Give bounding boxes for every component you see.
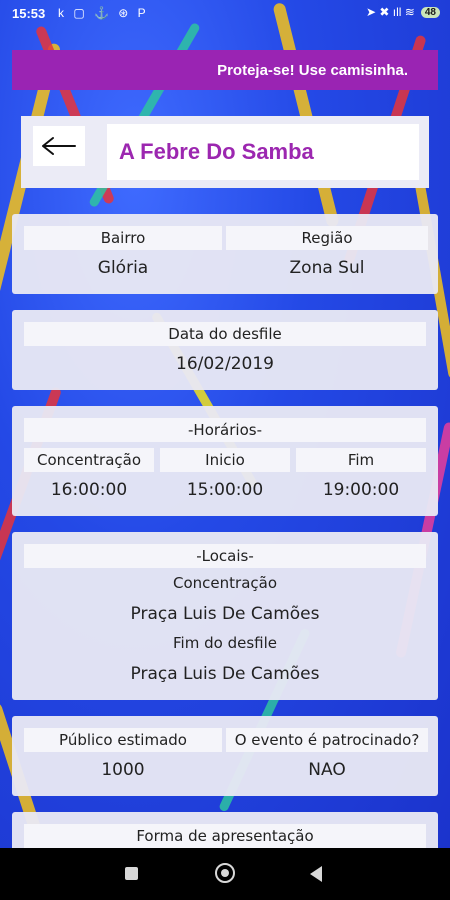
sponsored-label: O evento é patrocinado? xyxy=(226,728,428,752)
home-icon[interactable] xyxy=(215,863,235,883)
regiao-label: Região xyxy=(226,226,428,250)
ad-banner[interactable]: Proteja-se! Use camisinha. xyxy=(12,50,438,90)
status-bar: 15:53 k ▢ ⚓ ⊛ P ➤ ✖ ıll ≋ 48 xyxy=(0,0,450,28)
notification-icons: k ▢ ⚓ ⊛ P xyxy=(58,6,149,20)
bairro-label: Bairro xyxy=(24,226,222,250)
audience-value: 1000 xyxy=(101,760,145,780)
status-time: 15:53 xyxy=(12,6,46,21)
arrow-left-icon xyxy=(42,137,76,155)
places-fim-value: Praça Luis De Camões xyxy=(130,664,320,684)
concentracao-time-label: Concentração xyxy=(24,448,154,472)
banner-text: Proteja-se! Use camisinha. xyxy=(217,61,408,79)
sponsored-value: NAO xyxy=(308,760,346,780)
places-concentracao-label: Concentração xyxy=(173,574,277,592)
presentation-label: Forma de apresentação xyxy=(24,824,426,848)
audience-card: Público estimado O evento é patrocinado?… xyxy=(12,716,438,796)
inicio-value: 15:00:00 xyxy=(186,480,264,500)
bairro-value: Glória xyxy=(97,258,149,278)
regiao-value: Zona Sul xyxy=(289,258,365,278)
title-card: A Febre Do Samba xyxy=(21,116,429,188)
recents-icon[interactable] xyxy=(125,867,138,880)
concentracao-time-value: 16:00:00 xyxy=(50,480,128,500)
date-label: Data do desfile xyxy=(24,322,426,346)
fim-label: Fim xyxy=(296,448,426,472)
date-card: Data do desfile 16/02/2019 xyxy=(12,310,438,390)
location-card: Bairro Região Glória Zona Sul xyxy=(12,214,438,294)
back-button[interactable] xyxy=(33,126,85,166)
schedule-card: -Horários- Concentração Inicio Fim 16:00… xyxy=(12,406,438,516)
system-icons: ➤ ✖ ıll ≋ 48 xyxy=(366,5,440,19)
back-nav-icon[interactable] xyxy=(310,866,322,882)
signal-wifi-icons: ➤ ✖ ıll ≋ xyxy=(366,5,415,19)
page-title: A Febre Do Samba xyxy=(107,124,419,180)
fim-value: 19:00:00 xyxy=(322,480,400,500)
audience-label: Público estimado xyxy=(24,728,222,752)
inicio-label: Inicio xyxy=(160,448,290,472)
presentation-card: Forma de apresentação xyxy=(12,812,438,848)
places-header: -Locais- xyxy=(24,544,426,568)
schedule-header: -Horários- xyxy=(24,418,426,442)
places-concentracao-value: Praça Luis De Camões xyxy=(130,604,320,624)
date-value: 16/02/2019 xyxy=(176,354,274,374)
places-card: -Locais- Concentração Praça Luis De Camõ… xyxy=(12,532,438,700)
battery-icon: 48 xyxy=(420,6,440,18)
places-fim-label: Fim do desfile xyxy=(173,634,277,652)
